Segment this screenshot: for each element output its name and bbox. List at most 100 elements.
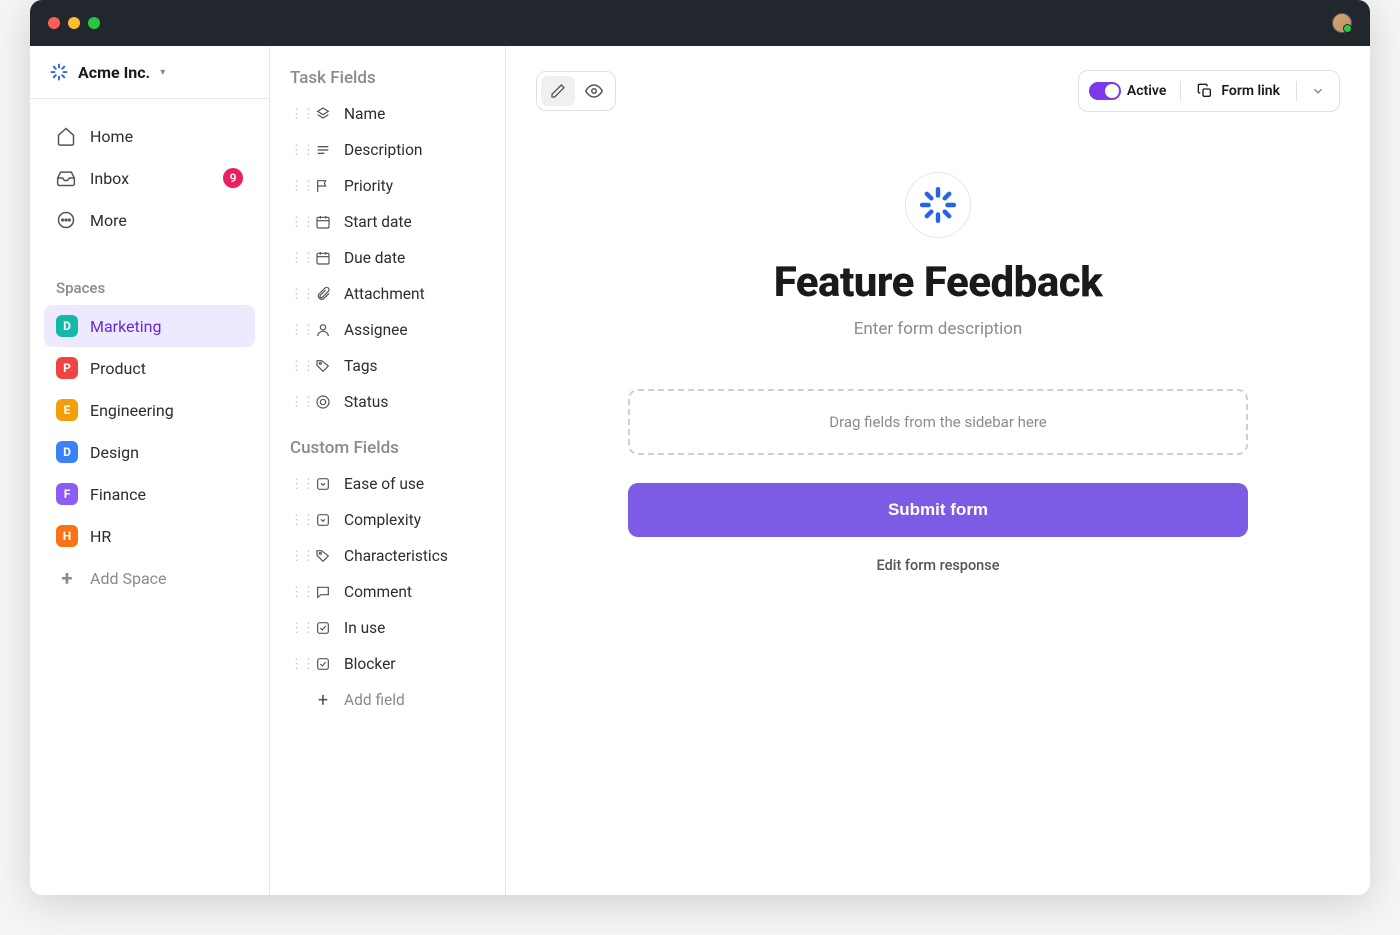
drag-handle-icon[interactable]: ⋮⋮ xyxy=(290,359,302,374)
tag-icon xyxy=(314,547,332,565)
spaces-heading: Spaces xyxy=(44,265,255,305)
workspace-switcher[interactable]: Acme Inc. ▾ xyxy=(30,46,269,99)
submit-button[interactable]: Submit form xyxy=(628,483,1248,537)
dropdown-icon xyxy=(314,511,332,529)
window-minimize-button[interactable] xyxy=(68,17,80,29)
field-item-comment[interactable]: ⋮⋮ Comment xyxy=(282,574,493,610)
calendar-icon xyxy=(314,249,332,267)
add-space-button[interactable]: + Add Space xyxy=(44,557,255,599)
space-badge: P xyxy=(56,357,78,379)
attachment-icon xyxy=(314,285,332,303)
field-label: Name xyxy=(344,105,385,123)
form-link-button[interactable]: Form link xyxy=(1187,83,1290,99)
field-label: Characteristics xyxy=(344,547,448,565)
field-item-due-date[interactable]: ⋮⋮ Due date xyxy=(282,240,493,276)
drag-handle-icon[interactable]: ⋮⋮ xyxy=(290,621,302,636)
field-item-ease-of-use[interactable]: ⋮⋮Ease of use xyxy=(282,466,493,502)
field-item-in-use[interactable]: ⋮⋮ In use xyxy=(282,610,493,646)
nav-more[interactable]: More xyxy=(44,199,255,241)
space-label: Design xyxy=(90,443,139,462)
home-icon xyxy=(56,126,76,146)
field-label: In use xyxy=(344,619,385,637)
edit-response-link[interactable]: Edit form response xyxy=(628,557,1248,574)
copy-icon xyxy=(1197,83,1213,99)
window-maximize-button[interactable] xyxy=(88,17,100,29)
field-label: Tags xyxy=(344,357,378,375)
title-icon xyxy=(314,105,332,123)
field-label: Start date xyxy=(344,213,412,231)
user-avatar[interactable] xyxy=(1332,13,1352,33)
comment-icon xyxy=(314,583,332,601)
drag-handle-icon[interactable]: ⋮⋮ xyxy=(290,251,302,266)
more-options-button[interactable] xyxy=(1303,76,1333,106)
drag-handle-icon[interactable]: ⋮⋮ xyxy=(290,179,302,194)
inbox-icon xyxy=(56,168,76,188)
space-badge: D xyxy=(56,441,78,463)
nav-label: More xyxy=(90,211,127,230)
space-label: Engineering xyxy=(90,401,174,420)
status-icon xyxy=(314,393,332,411)
window-close-button[interactable] xyxy=(48,17,60,29)
space-badge: F xyxy=(56,483,78,505)
space-label: HR xyxy=(90,527,111,546)
workspace-name: Acme Inc. xyxy=(78,63,150,82)
drag-handle-icon[interactable]: ⋮⋮ xyxy=(290,585,302,600)
field-item-status[interactable]: ⋮⋮ Status xyxy=(282,384,493,420)
field-label: Attachment xyxy=(344,285,425,303)
field-item-name[interactable]: ⋮⋮ Name xyxy=(282,96,493,132)
fields-dropzone[interactable]: Drag fields from the sidebar here xyxy=(628,389,1248,455)
drag-handle-icon[interactable]: ⋮⋮ xyxy=(290,215,302,230)
drag-handle-icon[interactable]: ⋮⋮ xyxy=(290,143,302,158)
field-item-blocker[interactable]: ⋮⋮Blocker xyxy=(282,646,493,682)
form-title[interactable]: Feature Feedback xyxy=(628,258,1248,307)
nav-label: Home xyxy=(90,127,133,146)
sidebar-space-finance[interactable]: FFinance xyxy=(44,473,255,515)
sidebar-space-design[interactable]: D Design xyxy=(44,431,255,473)
nav-label: Inbox xyxy=(90,169,129,188)
active-toggle[interactable] xyxy=(1089,82,1121,100)
mode-toggle xyxy=(536,71,616,111)
primary-sidebar: Acme Inc. ▾ Home Inbox 9 xyxy=(30,46,270,895)
drag-handle-icon[interactable]: ⋮⋮ xyxy=(290,287,302,302)
drag-handle-icon[interactable]: ⋮⋮ xyxy=(290,323,302,338)
space-label: Product xyxy=(90,359,146,378)
field-item-priority[interactable]: ⋮⋮Priority xyxy=(282,168,493,204)
titlebar xyxy=(30,0,1370,46)
edit-mode-button[interactable] xyxy=(541,76,575,106)
sidebar-space-engineering[interactable]: EEngineering xyxy=(44,389,255,431)
field-item-start-date[interactable]: ⋮⋮ Start date xyxy=(282,204,493,240)
sidebar-space-hr[interactable]: HHR xyxy=(44,515,255,557)
field-item-attachment[interactable]: ⋮⋮ Attachment xyxy=(282,276,493,312)
nav-inbox[interactable]: Inbox 9 xyxy=(44,157,255,199)
form-logo[interactable] xyxy=(905,172,971,238)
form-description-placeholder[interactable]: Enter form description xyxy=(628,319,1248,339)
more-icon xyxy=(56,210,76,230)
drag-handle-icon[interactable]: ⋮⋮ xyxy=(290,549,302,564)
space-badge: D xyxy=(56,315,78,337)
drag-handle-icon[interactable]: ⋮⋮ xyxy=(290,107,302,122)
chevron-down-icon: ▾ xyxy=(160,67,165,78)
field-label: Due date xyxy=(344,249,405,267)
field-item-assignee[interactable]: ⋮⋮Assignee xyxy=(282,312,493,348)
drag-handle-icon[interactable]: ⋮⋮ xyxy=(290,513,302,528)
field-label: Comment xyxy=(344,583,412,601)
field-item-tags[interactable]: ⋮⋮ Tags xyxy=(282,348,493,384)
nav-home[interactable]: Home xyxy=(44,115,255,157)
field-label: Description xyxy=(344,141,422,159)
field-item-characteristics[interactable]: ⋮⋮ Characteristics xyxy=(282,538,493,574)
field-item-complexity[interactable]: ⋮⋮Complexity xyxy=(282,502,493,538)
field-item-description[interactable]: ⋮⋮ Description xyxy=(282,132,493,168)
tag-icon xyxy=(314,357,332,375)
drag-handle-icon[interactable]: ⋮⋮ xyxy=(290,477,302,492)
preview-mode-button[interactable] xyxy=(577,76,611,106)
person-icon xyxy=(314,321,332,339)
drag-handle-icon[interactable]: ⋮⋮ xyxy=(290,657,302,672)
sidebar-space-marketing[interactable]: DMarketing xyxy=(44,305,255,347)
add-space-label: Add Space xyxy=(90,569,167,588)
drag-handle-icon[interactable]: ⋮⋮ xyxy=(290,395,302,410)
checkbox-icon xyxy=(314,619,332,637)
calendar-icon xyxy=(314,213,332,231)
sidebar-space-product[interactable]: P Product xyxy=(44,347,255,389)
add-field-button[interactable]: ⋮⋮ + Add field xyxy=(282,682,493,718)
field-label: Status xyxy=(344,393,388,411)
